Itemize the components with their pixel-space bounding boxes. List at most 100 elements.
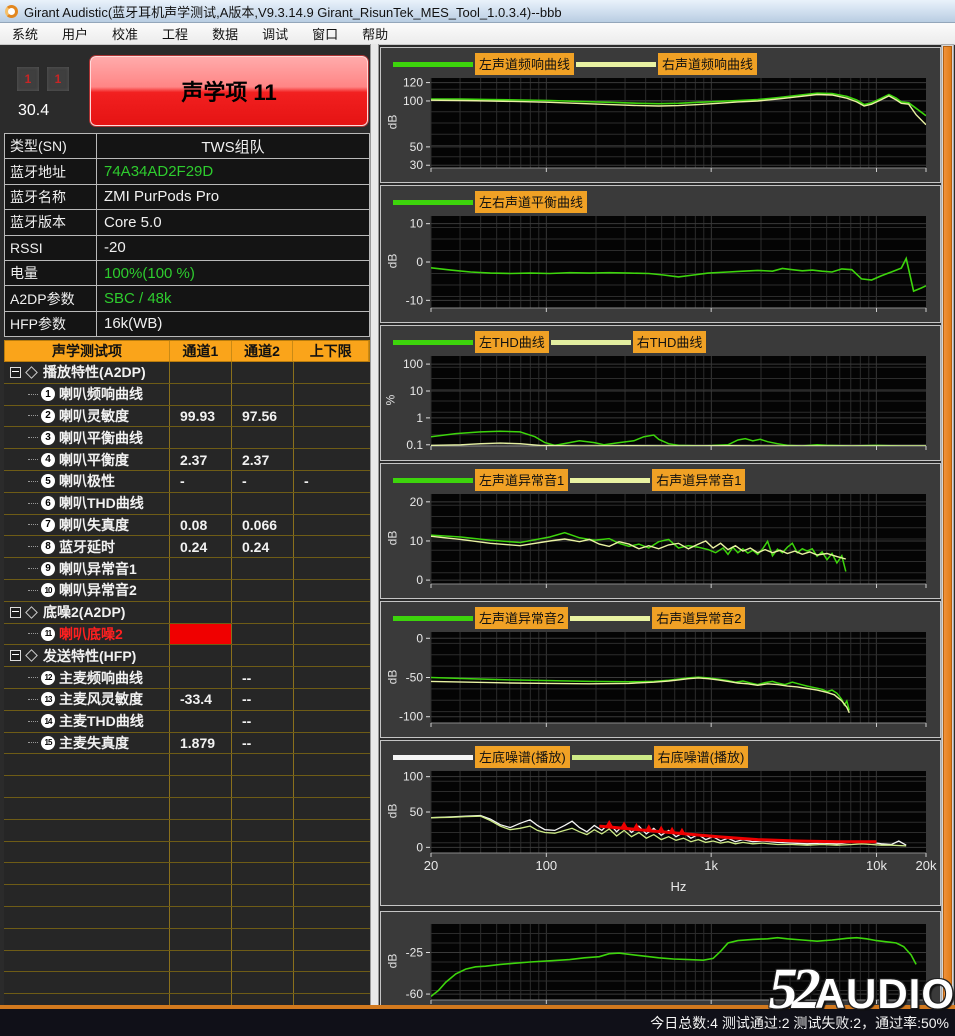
- svg-text:10: 10: [410, 217, 424, 231]
- item-label: 主麦失真度: [59, 733, 129, 753]
- test-item-row[interactable]: 15主麦失真度1.879--: [4, 733, 370, 755]
- test-item-row[interactable]: 10喇叭异常音2: [4, 580, 370, 602]
- test-item-row[interactable]: 13主麦风灵敏度-33.4--: [4, 689, 370, 711]
- tree-branch-line: [28, 459, 38, 460]
- limit-value: [294, 689, 370, 710]
- info-value: ZMI PurPods Pro: [97, 185, 369, 209]
- channel1-value: [170, 972, 232, 993]
- info-row: RSSI-20: [5, 236, 369, 261]
- collapse-minus-icon[interactable]: [10, 367, 21, 378]
- legend-label: 左右声道平衡曲线: [475, 191, 587, 213]
- menu-item-6[interactable]: 调试: [250, 22, 300, 45]
- test-item-row[interactable]: 1喇叭频响曲线: [4, 384, 370, 406]
- channel2-value: [232, 384, 294, 405]
- limit-value: [294, 842, 370, 863]
- test-table-header: 声学测试项通道1通道2上下限: [4, 340, 370, 362]
- menu-item-2[interactable]: 用户: [50, 22, 100, 45]
- test-group-row[interactable]: 播放特性(A2DP): [4, 362, 370, 384]
- vertical-scrollbar[interactable]: [941, 44, 954, 1005]
- test-header-col-1[interactable]: 声学测试项: [5, 341, 170, 361]
- channel2-value: [232, 994, 294, 1005]
- channel1-value: 99.93: [170, 406, 232, 427]
- info-value: SBC / 48k: [97, 286, 369, 310]
- item-number-badge: 14: [41, 714, 55, 728]
- menu-item-7[interactable]: 窗口: [300, 22, 350, 45]
- channel2-value: [232, 776, 294, 797]
- legend-swatch: [393, 340, 473, 345]
- svg-text:0: 0: [416, 255, 423, 269]
- chart-panel-5: 左声道异常音2右声道异常音2dB0-50-100: [380, 601, 941, 738]
- item-label: 喇叭频响曲线: [59, 384, 143, 404]
- test-table-body: 播放特性(A2DP)1喇叭频响曲线2喇叭灵敏度99.9397.563喇叭平衡曲线…: [4, 362, 370, 1005]
- limit-value: [294, 820, 370, 841]
- test-header-col-3[interactable]: 通道2: [232, 341, 294, 361]
- test-name-cell: [4, 972, 170, 993]
- channel2-value: [232, 362, 294, 383]
- channel2-value: [232, 820, 294, 841]
- menu-item-3[interactable]: 校准: [100, 22, 150, 45]
- test-item-row[interactable]: 11喇叭底噪2: [4, 624, 370, 646]
- menu-item-4[interactable]: 工程: [150, 22, 200, 45]
- scrollbar-thumb[interactable]: [943, 46, 952, 1003]
- counter-button-2[interactable]: 1: [46, 66, 70, 92]
- svg-text:0.1: 0.1: [406, 438, 423, 452]
- item-label: 喇叭平衡曲线: [59, 428, 143, 448]
- item-label: 喇叭灵敏度: [59, 406, 129, 426]
- test-item-row[interactable]: 8蓝牙延时0.240.24: [4, 536, 370, 558]
- test-item-row[interactable]: 6喇叭THD曲线: [4, 493, 370, 515]
- limit-value: [294, 536, 370, 557]
- test-header-col-4[interactable]: 上下限: [293, 341, 369, 361]
- test-item-row[interactable]: 2喇叭灵敏度99.9397.56: [4, 406, 370, 428]
- channel2-value: [232, 754, 294, 775]
- test-item-row[interactable]: 5喇叭极性---: [4, 471, 370, 493]
- limit-value: [294, 972, 370, 993]
- menu-item-1[interactable]: 系统: [0, 22, 50, 45]
- svg-text:100: 100: [403, 94, 423, 108]
- test-item-row[interactable]: 9喇叭异常音1: [4, 558, 370, 580]
- title-bar[interactable]: Girant Audistic(蓝牙耳机声学测试,A版本,V9.3.14.9 G…: [0, 0, 955, 23]
- test-item-row[interactable]: 12主麦频响曲线--: [4, 667, 370, 689]
- tree-branch-line: [28, 742, 38, 743]
- limit-value: [294, 362, 370, 383]
- limit-value: [294, 863, 370, 884]
- test-group-row[interactable]: 发送特性(HFP): [4, 645, 370, 667]
- legend-label: 右声道异常音2: [652, 607, 745, 629]
- panel-divider[interactable]: [370, 44, 379, 1005]
- svg-text:1k: 1k: [704, 858, 718, 873]
- test-name-cell: 14 主麦THD曲线: [4, 711, 170, 732]
- test-header-col-2[interactable]: 通道1: [170, 341, 232, 361]
- y-axis-label: dB: [385, 954, 399, 969]
- channel2-value: [232, 580, 294, 601]
- test-item-row[interactable]: 4喇叭平衡度2.372.37: [4, 449, 370, 471]
- channel1-value: [170, 580, 232, 601]
- item-number-badge: 10: [41, 583, 55, 597]
- y-axis-label: dB: [385, 804, 399, 819]
- menu-item-8[interactable]: 帮助: [350, 22, 400, 45]
- test-name-cell: [4, 754, 170, 775]
- tree-branch-line: [28, 481, 38, 482]
- test-name-cell: [4, 929, 170, 950]
- limit-value: [294, 645, 370, 666]
- svg-text:100: 100: [403, 357, 423, 371]
- test-empty-row: [4, 929, 370, 951]
- test-item-row[interactable]: 7喇叭失真度0.080.066: [4, 515, 370, 537]
- limit-value: [294, 602, 370, 623]
- item-label: 主麦THD曲线: [59, 711, 144, 731]
- test-group-row[interactable]: 底噪2(A2DP): [4, 602, 370, 624]
- counter-button-1[interactable]: 1: [16, 66, 40, 92]
- test-empty-row: [4, 994, 370, 1005]
- svg-text:100: 100: [403, 770, 423, 784]
- limit-value: [294, 951, 370, 972]
- test-item-row[interactable]: 14主麦THD曲线--: [4, 711, 370, 733]
- chart-legend: 左THD曲线右THD曲线: [393, 331, 708, 353]
- collapse-minus-icon[interactable]: [10, 607, 21, 618]
- chart-panel-6: 左底噪谱(播放)右底噪谱(播放)dB100500201001k10k20kHz: [380, 740, 941, 906]
- menu-item-5[interactable]: 数据: [200, 22, 250, 45]
- test-name-cell: [4, 863, 170, 884]
- acoustic-item-button[interactable]: 声学项 11: [90, 56, 368, 126]
- y-axis-label: %: [383, 395, 397, 406]
- info-value: TWS组队: [97, 134, 369, 158]
- collapse-minus-icon[interactable]: [10, 650, 21, 661]
- limit-value: [294, 449, 370, 470]
- test-item-row[interactable]: 3喇叭平衡曲线: [4, 427, 370, 449]
